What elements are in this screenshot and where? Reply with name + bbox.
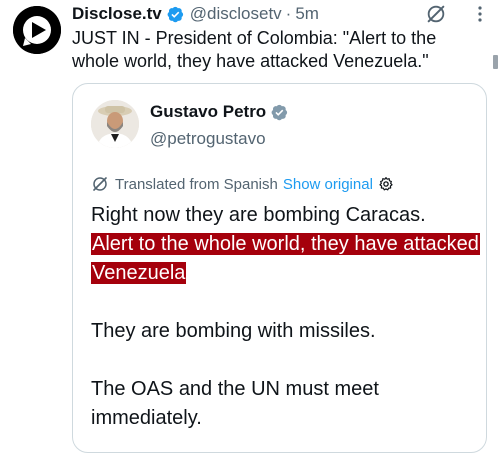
verified-badge-icon[interactable]	[166, 5, 185, 24]
gear-icon[interactable]	[378, 176, 394, 192]
text-paragraph-3: The OAS and the UN must meet immediately…	[91, 378, 379, 429]
grok-icon[interactable]	[425, 3, 447, 25]
text-paragraph-2: They are bombing with missiles.	[91, 320, 376, 342]
quoted-author-handle[interactable]: @petrogustavo	[150, 129, 266, 149]
avatar-photo	[91, 100, 139, 148]
post-time[interactable]: 5m	[295, 4, 319, 24]
quoted-post[interactable]: Gustavo Petro @petrogustavo Translated f…	[72, 83, 487, 453]
author-name[interactable]: Disclose.tv	[72, 4, 162, 24]
highlighted-paragraph: Alert to the whole world, they have atta…	[91, 230, 481, 288]
translated-label: Translated from Spanish	[115, 175, 278, 193]
verified-badge-icon[interactable]	[270, 103, 289, 122]
highlighted-text: Alert to the whole world, they have atta…	[91, 233, 480, 284]
globe-translate-icon	[93, 177, 107, 191]
quoted-author-name[interactable]: Gustavo Petro	[150, 102, 266, 122]
quoted-author-avatar[interactable]	[91, 100, 139, 148]
post-header: Disclose.tv @disclosetv · 5m	[72, 2, 319, 26]
author-avatar[interactable]	[13, 6, 61, 54]
separator-dot: ·	[285, 4, 292, 23]
show-original-link[interactable]: Show original	[283, 176, 373, 193]
post-text: JUST IN - President of Colombia: "Alert …	[72, 28, 437, 71]
quoted-name-row: Gustavo Petro	[150, 102, 289, 122]
text-line-1: Right now they are bombing Caracas.	[91, 204, 426, 226]
author-handle[interactable]: @disclosetv	[190, 4, 282, 24]
quoted-post-text: Right now they are bombing Caracas. Aler…	[91, 201, 481, 433]
scrollbar[interactable]	[493, 55, 498, 69]
disclose-logo-icon	[13, 6, 61, 54]
translation-bar: Translated from Spanish Show original	[91, 175, 394, 193]
more-icon[interactable]	[470, 4, 490, 24]
